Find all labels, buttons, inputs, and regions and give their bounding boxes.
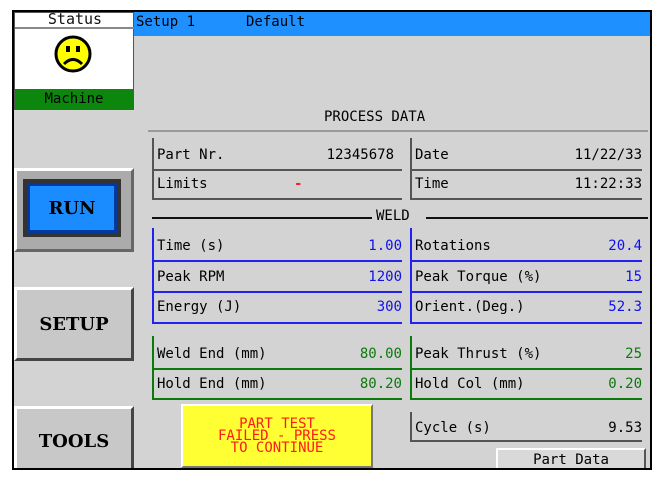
weld-section-title: WELD [372, 208, 414, 224]
hold-col-value: 0.20 [608, 376, 642, 392]
cycle-border [410, 412, 412, 442]
alert-line-3: TO CONTINUE [230, 440, 324, 456]
limits-row-line [152, 198, 402, 200]
time-value: 11:22:33 [574, 176, 642, 192]
weld-time-value: 1.00 [368, 238, 402, 254]
hold-end-value: 80.20 [359, 376, 402, 392]
status-panel: Status Machine [14, 12, 135, 110]
sad-face-icon [54, 35, 92, 73]
hold-end-label: Hold End (mm) [157, 376, 267, 392]
process-divider [148, 130, 648, 132]
weld-time-line [152, 260, 402, 262]
weld-left-border [152, 228, 154, 324]
peak-rpm-label: Peak RPM [157, 269, 225, 285]
part-number-label: Part Nr. [157, 147, 225, 163]
rotations-line [410, 260, 642, 262]
weld-divider-right [426, 217, 648, 219]
date-label: Date [415, 147, 449, 163]
date-value: 11/22/33 [574, 147, 642, 163]
peak-thrust-line [410, 368, 642, 370]
peak-rpm-line [152, 291, 402, 293]
setup-button[interactable]: SETUP [14, 287, 134, 361]
orientation-label: Orient.(Deg.) [415, 299, 525, 315]
run-button-label: RUN [27, 183, 117, 233]
limits-label: Limits [157, 176, 208, 192]
peak-thrust-label: Peak Thrust (%) [415, 346, 542, 362]
peak-torque-label: Peak Torque (%) [415, 269, 542, 285]
run-button[interactable]: RUN [14, 168, 134, 252]
part-data-button[interactable]: Part Data [496, 448, 646, 468]
peak-torque-line [410, 291, 642, 293]
time-row-line [410, 198, 642, 200]
hold-col-line [410, 398, 642, 400]
weld-end-value: 80.00 [359, 346, 402, 362]
peak-rpm-value: 1200 [368, 269, 402, 285]
cycle-line [410, 440, 642, 442]
tools-button[interactable]: TOOLS [14, 406, 134, 468]
cycle-label: Cycle (s) [415, 420, 491, 436]
machine-status-label: Machine [15, 89, 133, 110]
orientation-line [410, 322, 642, 324]
hold-end-line [152, 398, 402, 400]
date-row-line [410, 169, 642, 171]
weld-right-border [410, 228, 412, 324]
weld-end-line [152, 368, 402, 370]
peak-thrust-value: 25 [625, 346, 642, 362]
rotations-label: Rotations [415, 238, 491, 254]
title-bar: Setup 1 Default [134, 12, 650, 36]
peak-torque-value: 15 [625, 269, 642, 285]
orientation-value: 52.3 [608, 299, 642, 315]
energy-value: 300 [376, 299, 402, 315]
process-data-title: PROCESS DATA [324, 109, 426, 125]
rotations-value: 20.4 [608, 238, 642, 254]
weld-divider-left [152, 217, 372, 219]
cycle-value: 9.53 [608, 420, 642, 436]
energy-label: Energy (J) [157, 299, 242, 315]
weld-end-label: Weld End (mm) [157, 346, 267, 362]
setup-profile: Default [246, 14, 306, 30]
hmi-frame: Status Machine Setup 1 Default RUN SETUP… [12, 10, 652, 470]
status-separator [15, 27, 135, 29]
run-button-bezel: RUN [23, 179, 121, 237]
time-label: Time [415, 176, 449, 192]
status-label: Status [47, 12, 103, 28]
weld-time-label: Time (s) [157, 238, 225, 254]
part-number-value: 12345678 [326, 147, 394, 163]
hold-col-label: Hold Col (mm) [415, 376, 525, 392]
part-row-line [152, 169, 402, 171]
energy-line [152, 322, 402, 324]
limits-value: - [294, 176, 303, 192]
hmi-screen: Status Machine Setup 1 Default RUN SETUP… [14, 12, 650, 468]
setup-name: Setup 1 [136, 14, 196, 30]
part-test-failed-alert-button[interactable]: PART TEST FAILED - PRESS TO CONTINUE [181, 404, 373, 468]
